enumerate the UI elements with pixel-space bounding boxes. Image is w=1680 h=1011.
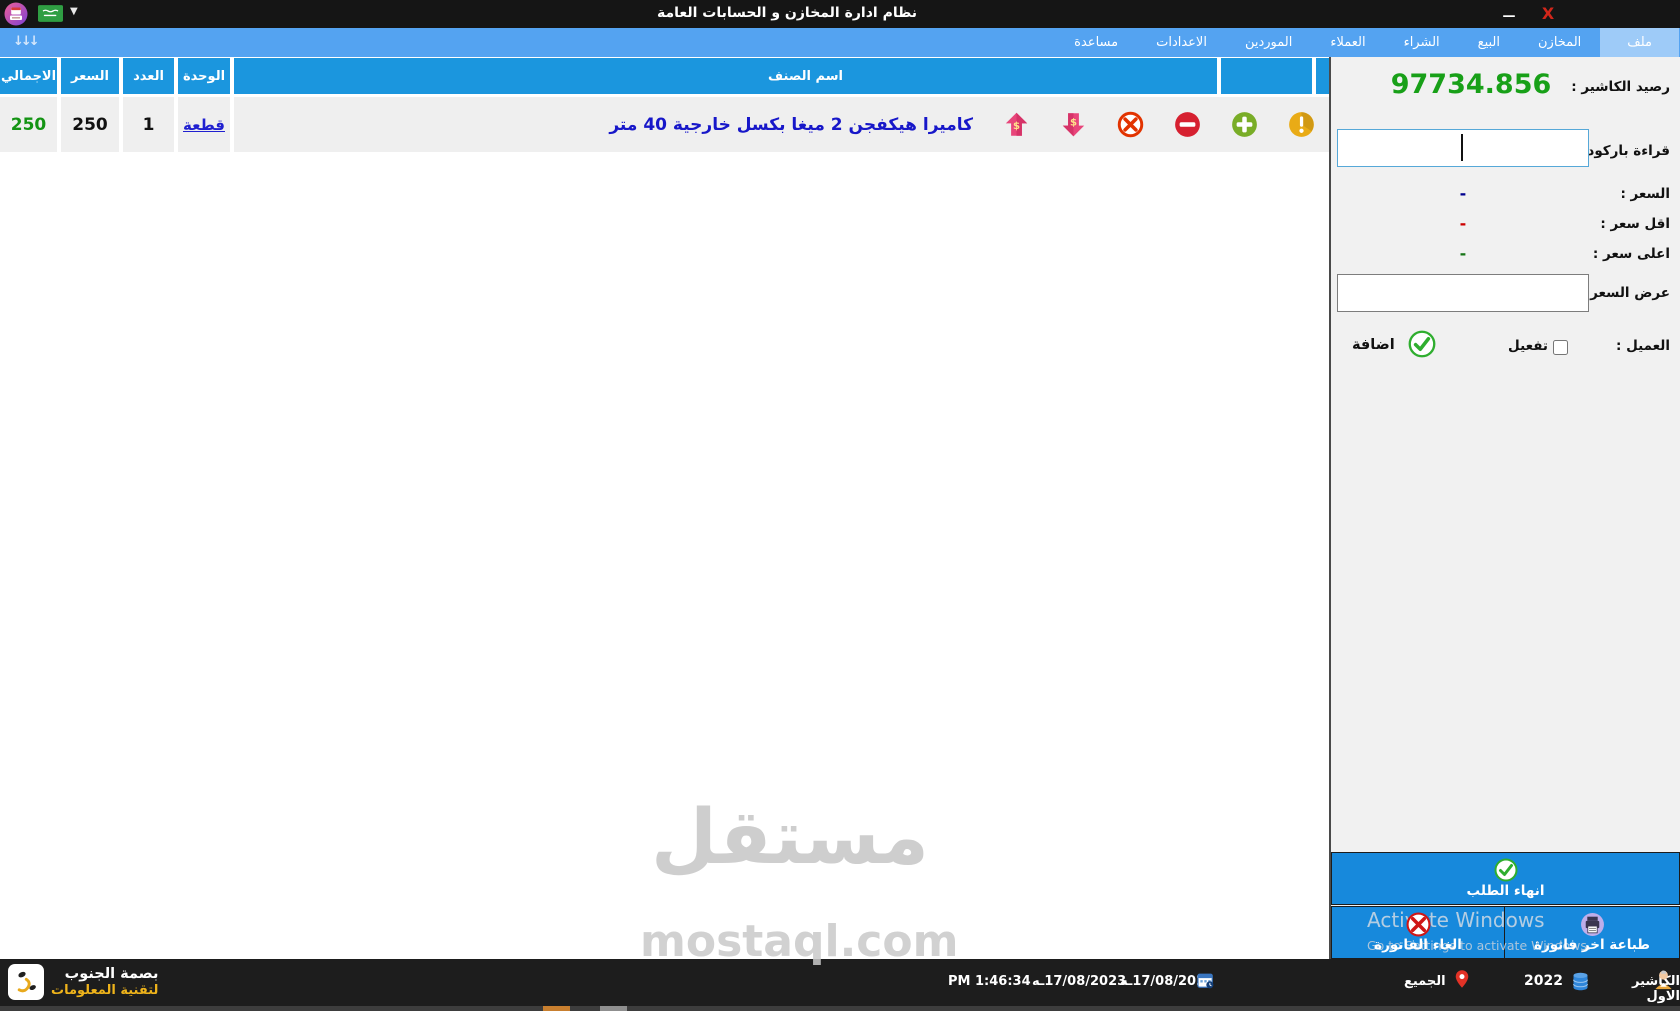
decrease-quantity-icon[interactable] bbox=[1174, 111, 1201, 138]
company-logo-icon bbox=[8, 964, 44, 1000]
header-unit[interactable]: الوحدة bbox=[178, 58, 230, 94]
header-quantity[interactable]: العدد bbox=[123, 58, 174, 94]
taskbar-segment-orange bbox=[543, 1006, 570, 1011]
status-date-secondary: ـه 17/08/202 bbox=[1120, 974, 1205, 989]
enable-customer-checkbox[interactable] bbox=[1553, 340, 1568, 355]
status-year: 2022 bbox=[1524, 973, 1563, 989]
header-total[interactable]: الاجمالي bbox=[0, 58, 57, 94]
offer-price-label: عرض السعر : bbox=[1579, 285, 1670, 301]
item-name-text: كاميرا هيكفجن 2 ميغا بكسل خارجية 40 متر bbox=[609, 114, 973, 135]
price-value: - bbox=[1459, 184, 1467, 203]
finish-order-label: انهاء الطلب bbox=[1466, 883, 1545, 899]
cell-total: 250 bbox=[0, 97, 57, 152]
menu-item-settings[interactable]: الاعدادات bbox=[1137, 28, 1226, 57]
company-logo-text: بصمة الجنوب لتقنية المعلومات bbox=[51, 966, 158, 999]
hijri-marker-2: ـه bbox=[1120, 974, 1133, 989]
cell-price: 250 bbox=[61, 97, 119, 152]
remove-item-icon[interactable] bbox=[1117, 111, 1144, 138]
language-dropdown-caret-icon[interactable]: ▼ bbox=[70, 6, 78, 17]
window-title: نظام ادارة المخازن و الحسابات العامة bbox=[657, 5, 917, 21]
offer-price-input[interactable] bbox=[1337, 274, 1589, 312]
status-date-primary: ـه 17/08/2023 bbox=[1032, 974, 1126, 989]
menu-items: ملف المخازن البيع الشراء العملاء الموردي… bbox=[1055, 28, 1679, 57]
svg-text:$: $ bbox=[1070, 118, 1077, 129]
date-primary-value: 17/08/2023 bbox=[1044, 974, 1127, 989]
increase-quantity-icon[interactable] bbox=[1231, 111, 1258, 138]
hijri-marker-1: ـه bbox=[1032, 974, 1045, 989]
close-button[interactable]: X bbox=[1534, 2, 1562, 26]
title-bar: ▼ نظام ادارة المخازن و الحسابات العامة —… bbox=[0, 0, 1680, 28]
cell-unit: قطعة bbox=[178, 97, 230, 152]
app-logo-icon bbox=[4, 2, 28, 26]
menu-item-purchases[interactable]: الشراء bbox=[1385, 28, 1459, 57]
company-tagline: لتقنية المعلومات bbox=[51, 982, 159, 998]
minimize-button[interactable]: — bbox=[1496, 2, 1522, 26]
barcode-label: قراءة باركود : bbox=[1577, 143, 1670, 159]
barcode-input[interactable] bbox=[1337, 129, 1589, 167]
status-scope: الجميع bbox=[1404, 974, 1446, 989]
price-label: السعر : bbox=[1620, 186, 1670, 202]
menu-item-file[interactable]: ملف bbox=[1600, 28, 1679, 57]
print-last-invoice-label: طباعة اخر فاتورة bbox=[1533, 937, 1651, 953]
cell-item-name: كاميرا هيكفجن 2 ميغا بكسل خارجية 40 متر … bbox=[234, 97, 1329, 152]
menu-item-suppliers[interactable]: الموردين bbox=[1226, 28, 1311, 57]
menu-bar: ↓↓↓ ملف المخازن البيع الشراء العملاء الم… bbox=[0, 28, 1680, 57]
print-last-invoice-button[interactable]: طباعة اخر فاتورة bbox=[1505, 906, 1680, 959]
items-table-header: الاجمالي السعر العدد الوحدة اسم الصنف bbox=[0, 58, 1329, 94]
menu-item-sales[interactable]: البيع bbox=[1459, 28, 1519, 57]
cancel-invoice-label: الغاء الفاتورة bbox=[1374, 937, 1462, 953]
cancel-invoice-button[interactable]: الغاء الفاتورة bbox=[1331, 906, 1505, 959]
menu-item-help[interactable]: مساعدة bbox=[1055, 28, 1137, 57]
menu-item-customers[interactable]: العملاء bbox=[1311, 28, 1384, 57]
header-spacer-2 bbox=[1316, 58, 1329, 94]
database-icon[interactable] bbox=[1570, 971, 1591, 996]
finish-order-button[interactable]: انهاء الطلب bbox=[1331, 852, 1680, 905]
warning-icon[interactable] bbox=[1288, 111, 1315, 138]
cashier-balance-value: 97734.856 bbox=[1390, 69, 1552, 100]
header-price[interactable]: السعر bbox=[61, 58, 119, 94]
menu-arrows-icon[interactable]: ↓↓↓ bbox=[13, 34, 40, 49]
min-price-label: اقل سعر : bbox=[1600, 216, 1670, 232]
date-secondary-value: 17/08/202 bbox=[1132, 974, 1206, 989]
finish-order-check-icon bbox=[1494, 858, 1518, 882]
svg-text:$: $ bbox=[1013, 121, 1020, 132]
min-price-value: - bbox=[1459, 214, 1467, 233]
user-icon[interactable] bbox=[1652, 968, 1675, 995]
menu-item-warehouses[interactable]: المخازن bbox=[1519, 28, 1600, 57]
mostaql-arabic-watermark: مستقل bbox=[651, 792, 929, 881]
calendar-icon[interactable] bbox=[1196, 971, 1215, 994]
company-name: بصمة الجنوب bbox=[64, 965, 159, 982]
header-spacer-1 bbox=[1221, 58, 1312, 94]
enable-checkbox-label: تفعيل bbox=[1508, 338, 1548, 354]
cancel-invoice-x-icon bbox=[1406, 912, 1431, 937]
company-logo: بصمة الجنوب لتقنية المعلومات bbox=[8, 964, 158, 1000]
customer-label: العميل : bbox=[1615, 338, 1670, 354]
taskbar-segment-gray bbox=[600, 1006, 627, 1011]
price-decrease-icon[interactable]: $ bbox=[1060, 111, 1087, 138]
location-pin-icon[interactable] bbox=[1452, 969, 1472, 993]
status-bar: بصمة الجنوب لتقنية المعلومات PM 1:46:34 … bbox=[0, 959, 1680, 1006]
add-confirm-icon[interactable] bbox=[1408, 330, 1436, 358]
invoice-buttons-row: الغاء الفاتورة طباعة اخر فاتورة bbox=[1331, 906, 1680, 959]
unit-link[interactable]: قطعة bbox=[183, 116, 225, 134]
header-item-name[interactable]: اسم الصنف bbox=[234, 58, 1217, 94]
cell-quantity: 1 bbox=[123, 97, 174, 152]
status-time: PM 1:46:34 bbox=[948, 974, 1031, 989]
item-row: 250 250 1 قطعة كاميرا هيكفجن 2 ميغا بكسل… bbox=[0, 97, 1329, 152]
barcode-text-cursor bbox=[1461, 134, 1463, 161]
printer-icon bbox=[1580, 912, 1604, 936]
cashier-panel: رصيد الكاشير : 97734.856 قراءة باركود : … bbox=[1329, 57, 1680, 959]
add-label[interactable]: اضافة bbox=[1352, 337, 1395, 353]
max-price-label: اعلى سعر : bbox=[1592, 246, 1670, 262]
taskbar-edge bbox=[0, 1006, 1680, 1011]
language-flag-icon[interactable] bbox=[38, 5, 63, 26]
app-window: ▼ نظام ادارة المخازن و الحسابات العامة —… bbox=[0, 0, 1680, 1011]
price-increase-icon[interactable]: $ bbox=[1003, 111, 1030, 138]
max-price-value: - bbox=[1459, 244, 1467, 263]
